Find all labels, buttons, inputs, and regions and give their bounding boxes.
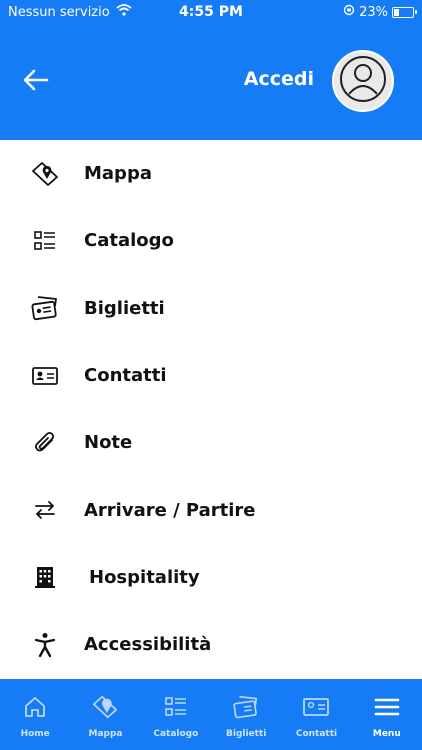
battery-level <box>394 8 399 16</box>
tab-contatti[interactable]: Contatti <box>281 679 351 750</box>
menu-item-catalogo[interactable]: Catalogo <box>0 207 422 274</box>
battery-charging-icon <box>392 6 417 18</box>
tab-label: Catalogo <box>153 729 199 739</box>
menu-item-label: Contatti <box>84 365 167 387</box>
hamburger-icon <box>373 693 401 721</box>
tab-label: Home <box>20 729 50 739</box>
map-pin-icon <box>30 159 60 189</box>
tab-label: Menu <box>372 729 401 739</box>
menu-list: Mappa Catalogo Biglietti Contatti Note A… <box>0 140 422 678</box>
tab-mappa[interactable]: Mappa <box>70 679 140 750</box>
carrier-text: Nessun servizio <box>8 4 110 20</box>
menu-item-mappa[interactable]: Mappa <box>0 140 422 207</box>
menu-item-hospitality[interactable]: Hospitality <box>0 544 422 611</box>
list-icon <box>162 693 190 721</box>
menu-item-contatti[interactable]: Contatti <box>0 342 422 409</box>
menu-item-accessibilita[interactable]: Accessibilità <box>0 611 422 678</box>
menu-item-label: Hospitality <box>89 566 200 588</box>
tab-label: Biglietti <box>225 729 267 739</box>
menu-item-label: Accessibilità <box>84 634 212 656</box>
menu-item-arrivare-partire[interactable]: Arrivare / Partire <box>0 476 422 543</box>
list-icon <box>30 226 60 256</box>
status-left: Nessun servizio <box>8 4 132 20</box>
menu-item-note[interactable]: Note <box>0 409 422 476</box>
menu-item-label: Biglietti <box>84 297 165 319</box>
map-pin-icon <box>91 693 119 721</box>
building-icon <box>30 562 60 592</box>
menu-item-biglietti[interactable]: Biglietti <box>0 275 422 342</box>
menu-item-label: Catalogo <box>84 230 174 252</box>
login-button[interactable]: Accedi <box>244 68 314 90</box>
menu-item-label: Note <box>84 432 133 454</box>
contact-card-icon <box>302 693 330 721</box>
wifi-icon <box>116 4 132 20</box>
contact-card-icon <box>30 361 60 391</box>
tab-menu[interactable]: Menu <box>352 679 422 750</box>
battery-percent: 23% <box>359 4 388 20</box>
paperclip-icon <box>30 428 60 458</box>
arrows-swap-icon <box>30 495 60 525</box>
accessibility-icon <box>30 630 60 660</box>
tab-home[interactable]: Home <box>0 679 70 750</box>
user-icon <box>338 54 388 108</box>
orientation-lock-icon <box>343 4 355 20</box>
menu-item-label: Mappa <box>84 163 152 185</box>
tab-label: Contatti <box>295 729 338 739</box>
tab-bar: Home Mappa Catalogo Biglietti Contatti M… <box>0 679 422 750</box>
tickets-icon <box>232 693 260 721</box>
avatar[interactable] <box>332 50 394 112</box>
status-bar: Nessun servizio 4:55 PM 23% <box>0 0 422 24</box>
tab-catalogo[interactable]: Catalogo <box>141 679 211 750</box>
arrow-left-icon <box>23 69 49 95</box>
home-icon <box>21 693 49 721</box>
tickets-icon <box>30 293 60 323</box>
tab-biglietti[interactable]: Biglietti <box>211 679 281 750</box>
status-right: 23% <box>343 4 417 20</box>
tab-label: Mappa <box>88 729 123 739</box>
menu-item-label: Arrivare / Partire <box>84 499 256 521</box>
header: Accedi <box>0 24 422 140</box>
back-button[interactable] <box>20 66 52 98</box>
